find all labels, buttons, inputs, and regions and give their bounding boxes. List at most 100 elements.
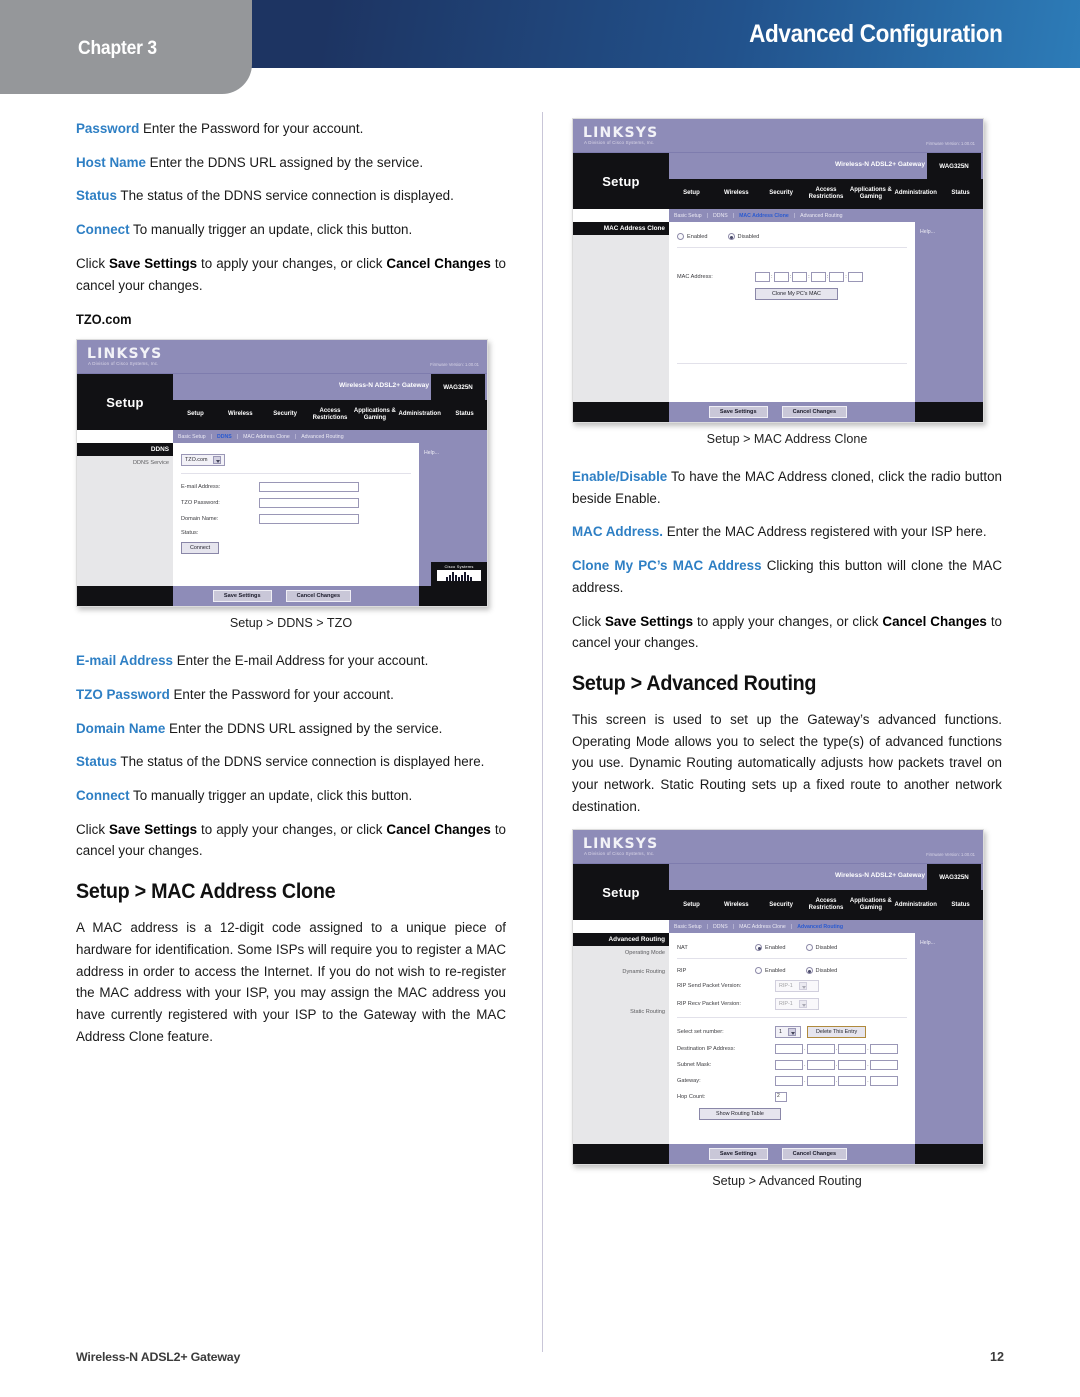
subnav-mac-address-clone[interactable]: MAC Address Clone — [739, 213, 789, 219]
input-mac-octet-5[interactable] — [829, 272, 845, 282]
clone-my-pc-mac-button[interactable]: Clone My PC's MAC — [755, 288, 838, 300]
tab-administration[interactable]: Administration — [397, 411, 442, 419]
input-mac-octet-2[interactable] — [773, 272, 789, 282]
subnav-mac-address-clone[interactable]: MAC Address Clone — [243, 434, 290, 440]
tab-status[interactable]: Status — [442, 411, 487, 419]
footer-right-block — [419, 586, 487, 607]
cancel-changes-button[interactable]: Cancel Changes — [285, 590, 352, 603]
router-sidebar: MAC Address Clone — [573, 222, 669, 402]
cancel-changes-button[interactable]: Cancel Changes — [781, 406, 848, 418]
ddns-service-select[interactable]: TZO.com — [181, 454, 226, 467]
save-pre: Click — [76, 255, 109, 271]
subnav-ddns[interactable]: DDNS — [713, 213, 728, 219]
router-subnav[interactable]: Basic Setup | DDNS | MAC Address Clone |… — [669, 209, 983, 222]
input-mac-octet-4[interactable] — [810, 272, 826, 282]
delete-this-entry-button[interactable]: Delete This Entry — [807, 1026, 867, 1039]
radio-disabled[interactable] — [727, 233, 735, 240]
subnav-basic-setup[interactable]: Basic Setup — [178, 434, 206, 440]
tab-wireless[interactable]: Wireless — [714, 190, 759, 198]
input-subnet-2[interactable] — [806, 1060, 835, 1071]
save-settings-button[interactable]: Save Settings — [212, 590, 272, 603]
tab-setup[interactable]: Setup — [173, 411, 218, 419]
subnav-separator: | — [732, 923, 735, 930]
term-connect: Connect — [76, 222, 130, 238]
subnav-basic-setup[interactable]: Basic Setup — [674, 924, 702, 930]
tab-wireless[interactable]: Wireless — [714, 902, 759, 910]
input-subnet-4[interactable] — [869, 1060, 898, 1071]
help-text[interactable]: Help... — [419, 443, 487, 456]
save-settings-button[interactable]: Save Settings — [708, 406, 768, 418]
help-text[interactable]: Help... — [915, 222, 983, 235]
tab-status[interactable]: Status — [938, 902, 983, 910]
help-text[interactable]: Help... — [915, 933, 983, 946]
label-select-set-number: Select set number: — [677, 1029, 724, 1036]
router-subnav[interactable]: Basic Setup | DDNS | MAC Address Clone |… — [669, 920, 983, 934]
cancel-changes-button[interactable]: Cancel Changes — [781, 1148, 848, 1161]
input-dest-ip-4[interactable] — [869, 1044, 898, 1055]
text-connect: To manually trigger an update, click thi… — [129, 222, 413, 238]
hop-count-row: Hop Count: 2 — [677, 1092, 907, 1103]
paragraph-tzo-password: TZO Password Enter the Password for your… — [76, 684, 506, 706]
subnav-ddns[interactable]: DDNS — [217, 434, 232, 440]
input-gateway-2[interactable] — [806, 1076, 835, 1087]
select-rip-recv-version[interactable]: RIP-1 — [775, 998, 819, 1011]
tab-status[interactable]: Status — [938, 190, 983, 198]
connect-button[interactable]: Connect — [181, 542, 220, 555]
router-nav-tabs[interactable]: Setup Wireless Security Access Restricti… — [173, 400, 487, 431]
subnav-basic-setup[interactable]: Basic Setup — [674, 213, 702, 219]
input-subnet-3[interactable] — [838, 1060, 867, 1071]
radio-rip-enabled[interactable] — [755, 967, 762, 975]
select-set-number[interactable]: 1 — [775, 1026, 801, 1039]
input-mac-octet-6[interactable] — [847, 272, 863, 282]
term-clone-my-pc: Clone My PC’s MAC Address — [572, 558, 762, 574]
input-gateway-4[interactable] — [869, 1076, 898, 1087]
tab-applications-gaming[interactable]: Applications & Gaming — [352, 408, 397, 423]
linksys-logo-subtitle: A Division of Cisco Systems, Inc. — [88, 361, 159, 367]
tab-setup[interactable]: Setup — [669, 902, 714, 910]
label-rip-recv-packet-version: RIP Recv Packet Version: — [677, 1001, 741, 1008]
tab-access-restrictions[interactable]: Access Restrictions — [804, 187, 849, 202]
show-routing-table-button[interactable]: Show Routing Table — [699, 1108, 781, 1121]
subnav-ddns[interactable]: DDNS — [713, 924, 728, 930]
tab-security[interactable]: Security — [263, 411, 308, 419]
radio-rip-disabled[interactable] — [805, 967, 813, 975]
tab-security[interactable]: Security — [759, 902, 804, 910]
input-gateway-1[interactable] — [775, 1076, 803, 1087]
tab-wireless[interactable]: Wireless — [218, 411, 263, 419]
input-gateway-3[interactable] — [838, 1076, 867, 1087]
input-mac-octet-3[interactable] — [792, 272, 808, 282]
tab-access-restrictions[interactable]: Access Restrictions — [804, 898, 849, 913]
tab-applications-gaming[interactable]: Applications & Gaming — [848, 898, 893, 913]
radio-nat-enabled[interactable] — [755, 944, 762, 952]
input-mac-octet-1[interactable] — [755, 272, 770, 282]
router-subnav[interactable]: Basic Setup | DDNS | MAC Address Clone |… — [173, 430, 487, 444]
input-dest-ip-2[interactable] — [806, 1044, 835, 1055]
tab-applications-gaming[interactable]: Applications & Gaming — [848, 187, 893, 202]
input-domain-name[interactable] — [259, 514, 359, 525]
input-dest-ip-3[interactable] — [838, 1044, 867, 1055]
cisco-logo-text: Cisco Systems — [444, 564, 474, 570]
router-nav-tabs[interactable]: Setup Wireless Security Access Restricti… — [669, 890, 983, 921]
tab-access-restrictions[interactable]: Access Restrictions — [308, 408, 353, 423]
save-settings-button[interactable]: Save Settings — [708, 1148, 768, 1161]
select-rip-send-version[interactable]: RIP-1 — [775, 980, 819, 993]
subnav-separator: | — [210, 433, 213, 440]
input-hop-count[interactable]: 2 — [775, 1092, 787, 1103]
tab-administration[interactable]: Administration — [893, 190, 938, 198]
input-dest-ip-1[interactable] — [775, 1044, 803, 1055]
input-email-address[interactable] — [259, 482, 359, 493]
input-tzo-password[interactable] — [259, 498, 359, 509]
radio-enabled[interactable] — [677, 233, 684, 240]
tab-security[interactable]: Security — [759, 190, 804, 198]
input-subnet-1[interactable] — [775, 1060, 803, 1071]
tab-setup[interactable]: Setup — [669, 190, 714, 198]
router-nav-tabs[interactable]: Setup Wireless Security Access Restricti… — [669, 179, 983, 209]
router-model-title: Wireless-N ADSL2+ Gateway — [834, 161, 925, 168]
subnav-advanced-routing[interactable]: Advanced Routing — [797, 924, 843, 930]
tab-administration[interactable]: Administration — [893, 902, 938, 910]
chevron-down-icon — [798, 982, 807, 991]
subnav-advanced-routing[interactable]: Advanced Routing — [301, 434, 343, 440]
subnav-advanced-routing[interactable]: Advanced Routing — [800, 213, 842, 219]
radio-nat-disabled[interactable] — [805, 944, 813, 952]
subnav-mac-address-clone[interactable]: MAC Address Clone — [739, 924, 786, 930]
